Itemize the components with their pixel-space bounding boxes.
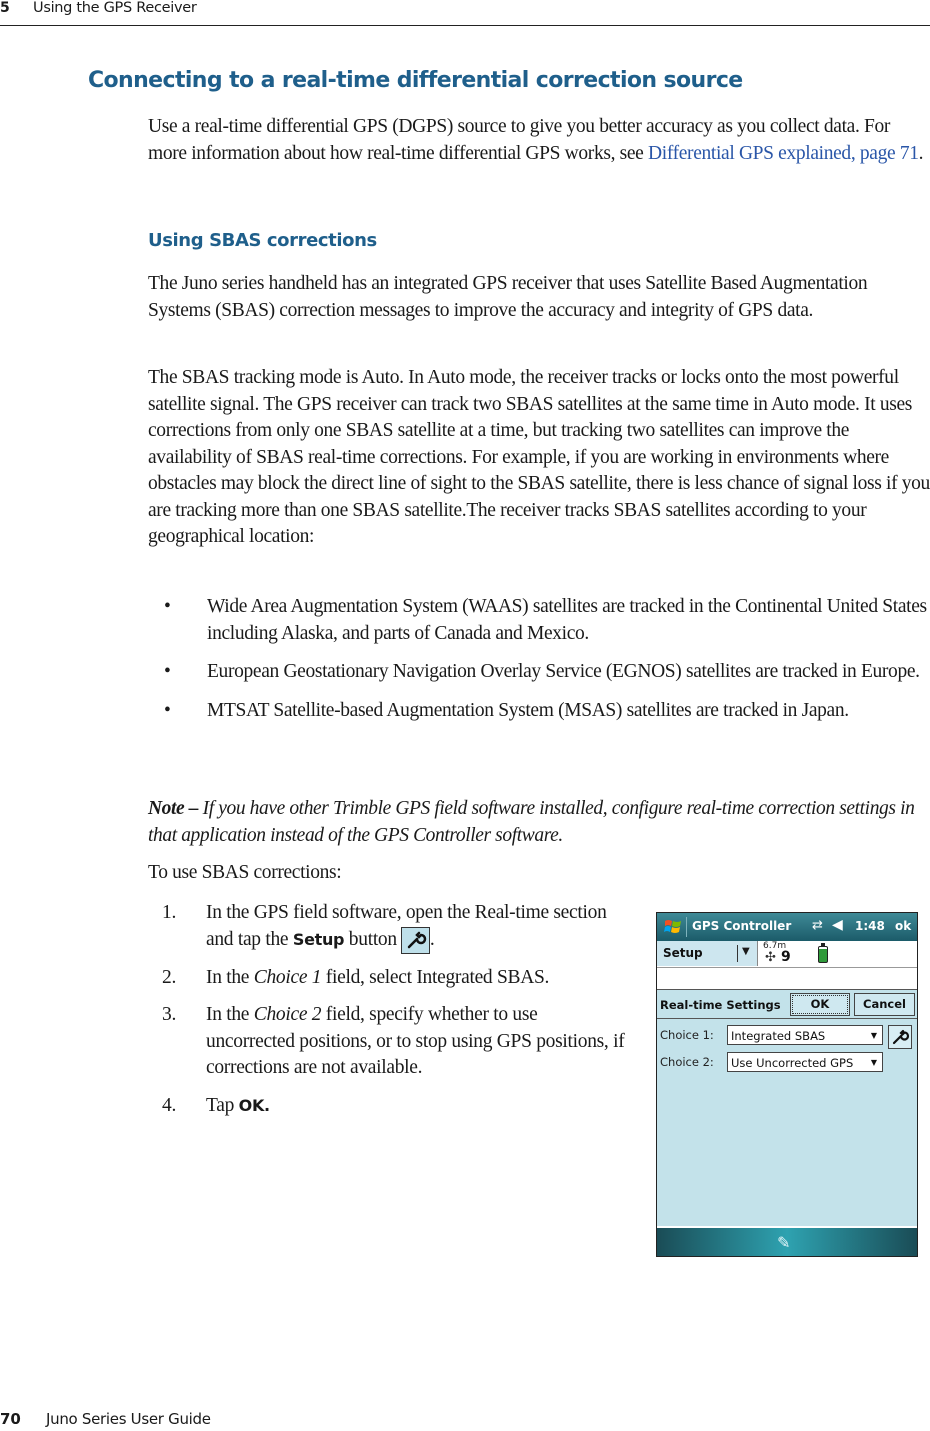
satellite-icon: ✣ bbox=[765, 950, 776, 965]
intro-paragraph: Use a real-time differential GPS (DGPS) … bbox=[148, 114, 930, 167]
chevron-down-icon: ▼ bbox=[870, 1031, 877, 1040]
step-text: In the bbox=[206, 966, 250, 988]
paragraph-sbas-intro: The Juno series handheld has an integrat… bbox=[148, 273, 868, 321]
intro-end: . bbox=[918, 142, 924, 164]
bullet-icon: • bbox=[164, 699, 171, 721]
page-number: 70 bbox=[0, 1410, 21, 1428]
choice2-label: Choice 2: bbox=[660, 1055, 714, 1069]
setup-label: Setup bbox=[292, 929, 345, 949]
chevron-down-icon: ▼ bbox=[870, 1058, 877, 1067]
connectivity-icon[interactable]: ⇄ bbox=[812, 918, 823, 933]
wrench-icon bbox=[400, 926, 430, 954]
cross-reference-link[interactable]: Differential GPS explained, page 71 bbox=[648, 143, 919, 164]
step-number: 4. bbox=[162, 1094, 177, 1116]
field-name: Choice 2 bbox=[253, 1004, 322, 1026]
section-heading: Connecting to a real-time differential c… bbox=[88, 68, 743, 93]
step-number: 3. bbox=[162, 1004, 177, 1026]
device-title-bar: GPS Controller ⇄ ◀ 1:48 ok bbox=[657, 913, 917, 941]
field-name: Choice 1 bbox=[253, 966, 322, 988]
device-screenshot: GPS Controller ⇄ ◀ 1:48 ok Setup ▼ 6.7m … bbox=[656, 912, 918, 1257]
chapter-title: Using the GPS Receiver bbox=[33, 0, 197, 16]
list-item: • European Geostationary Navigation Overl… bbox=[148, 659, 930, 686]
note: Note – If you have other Trimble GPS fie… bbox=[148, 796, 930, 849]
satellite-count: 9 bbox=[781, 949, 791, 965]
choice1-select[interactable]: Integrated SBAS ▼ bbox=[727, 1025, 883, 1045]
step-number: 2. bbox=[162, 966, 177, 988]
cancel-button[interactable]: Cancel bbox=[854, 993, 915, 1016]
choice2-select[interactable]: Use Uncorrected GPS ▼ bbox=[727, 1052, 883, 1072]
divider bbox=[657, 1018, 917, 1019]
status-strip bbox=[657, 968, 917, 990]
note-label: Note – bbox=[148, 798, 199, 819]
list-item: • MTSAT Satellite-based Augmentation Syst… bbox=[148, 698, 930, 725]
app-title: GPS Controller bbox=[692, 919, 792, 933]
device-toolbar: Setup ▼ 6.7m ✣ 9 bbox=[657, 941, 917, 968]
bullet-text: MTSAT Satellite-based Augmentation Syste… bbox=[207, 699, 849, 721]
bullet-text: European Geostationary Navigation Overla… bbox=[207, 661, 920, 682]
step-item: 4. Tap OK. bbox=[148, 1093, 628, 1120]
windows-logo-icon[interactable] bbox=[664, 918, 682, 936]
device-bottom-bar: ✎ bbox=[657, 1226, 917, 1256]
step-text: In the bbox=[206, 1004, 250, 1026]
step-item: 2. In the Choice 1 field, select Integra… bbox=[148, 965, 628, 992]
setup-menu-label: Setup bbox=[663, 946, 703, 960]
battery-icon bbox=[818, 943, 828, 963]
title-separator bbox=[686, 917, 687, 937]
step-end: . bbox=[429, 928, 435, 950]
bullet-text: Wide Area Augmentation System (WAAS) sat… bbox=[207, 596, 927, 644]
step-item: 1. In the GPS field software, open the R… bbox=[148, 900, 628, 954]
setup-menu[interactable]: Setup ▼ bbox=[657, 941, 758, 966]
bullet-icon: • bbox=[164, 596, 171, 617]
subsection-heading: Using SBAS corrections bbox=[148, 230, 377, 251]
note-text: If you have other Trimble GPS field soft… bbox=[148, 798, 915, 846]
step-text: Tap bbox=[206, 1094, 235, 1116]
ok-close-button[interactable]: ok bbox=[895, 919, 911, 933]
step-text: button bbox=[348, 928, 397, 950]
list-item: • Wide Area Augmentation System (WAAS) sa… bbox=[148, 594, 930, 647]
ok-label: OK. bbox=[238, 1095, 270, 1115]
menu-separator bbox=[737, 945, 738, 962]
choice1-value: Integrated SBAS bbox=[731, 1029, 826, 1043]
bullet-icon: • bbox=[164, 661, 171, 682]
paragraph-tracking-mode: The SBAS tracking mode is Auto. In Auto … bbox=[148, 367, 930, 547]
bullet-list: • Wide Area Augmentation System (WAAS) sa… bbox=[148, 594, 930, 736]
step-text: field, select Integrated SBAS. bbox=[325, 966, 550, 988]
panel-title: Real-time Settings bbox=[660, 998, 781, 1012]
running-header: 5 Using the GPS Receiver bbox=[0, 0, 930, 26]
wrench-icon[interactable] bbox=[888, 1025, 912, 1049]
volume-icon[interactable]: ◀ bbox=[832, 917, 843, 933]
steps-intro: To use SBAS corrections: bbox=[148, 862, 342, 883]
steps-list: 1. In the GPS field software, open the R… bbox=[148, 900, 628, 1130]
chevron-down-icon[interactable]: ▼ bbox=[742, 946, 750, 957]
clock[interactable]: 1:48 bbox=[855, 919, 885, 933]
chapter-number: 5 bbox=[0, 0, 10, 16]
choice1-label: Choice 1: bbox=[660, 1028, 714, 1042]
step-item: 3. In the Choice 2 field, specify whethe… bbox=[148, 1002, 628, 1082]
book-title: Juno Series User Guide bbox=[46, 1410, 211, 1428]
pen-input-icon[interactable]: ✎ bbox=[777, 1233, 790, 1252]
choice2-value: Use Uncorrected GPS bbox=[731, 1056, 854, 1070]
step-number: 1. bbox=[162, 902, 177, 923]
ok-button[interactable]: OK bbox=[790, 993, 850, 1016]
